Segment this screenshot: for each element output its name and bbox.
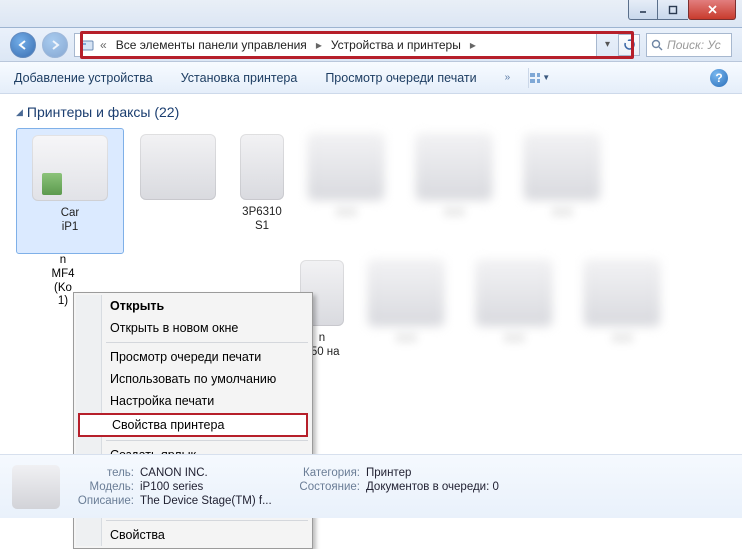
printer-icon	[368, 260, 444, 326]
printer-icon	[416, 134, 492, 200]
printer-item[interactable]	[124, 128, 232, 254]
toolbar-overflow-icon[interactable]: »	[505, 72, 511, 83]
ctx-print-preferences[interactable]: Настройка печати	[76, 390, 310, 412]
breadcrumb-sep-icon[interactable]: ▸	[314, 38, 324, 52]
printer-label: Car iP1	[61, 207, 80, 235]
search-icon	[651, 39, 663, 51]
printer-item-blurred[interactable]: xxxx	[460, 254, 568, 380]
help-button[interactable]: ?	[710, 69, 728, 87]
ctx-properties[interactable]: Свойства	[76, 524, 310, 546]
details-maker-value: CANON INC.	[140, 467, 290, 479]
printer-item-blurred[interactable]: xxxx	[352, 254, 460, 380]
printer-item-blurred[interactable]: xxxx	[568, 254, 676, 380]
details-status-value: Документов в очереди: 0	[366, 481, 516, 493]
arrow-right-icon	[49, 39, 61, 51]
printer-icon	[32, 135, 108, 201]
search-input[interactable]: Поиск: Ус	[646, 33, 732, 57]
breadcrumb-item-devices[interactable]: Устройства и принтеры	[327, 36, 465, 54]
details-model-key: Модель:	[74, 481, 140, 493]
breadcrumb-dropdown-icon[interactable]: ▾	[603, 39, 612, 50]
printer-item-blurred[interactable]: xxxx	[400, 128, 508, 254]
ctx-separator	[106, 440, 308, 441]
add-device-button[interactable]: Добавление устройства	[14, 71, 153, 85]
search-placeholder: Поиск: Ус	[667, 38, 721, 52]
printer-label: 3P6310 S1	[242, 206, 282, 234]
printer-icon	[524, 134, 600, 200]
breadcrumb-item-control-panel[interactable]: Все элементы панели управления	[112, 36, 311, 54]
section-title: Принтеры и факсы (22)	[27, 104, 179, 120]
ctx-set-default[interactable]: Использовать по умолчанию	[76, 368, 310, 390]
view-queue-button[interactable]: Просмотр очереди печати	[325, 71, 476, 85]
printer-item-blurred[interactable]: xxxx	[292, 128, 400, 254]
back-button[interactable]	[10, 32, 36, 58]
ctx-view-queue[interactable]: Просмотр очереди печати	[76, 346, 310, 368]
section-header[interactable]: ◢ Принтеры и факсы (22)	[16, 104, 726, 120]
forward-button[interactable]	[42, 32, 68, 58]
maximize-button[interactable]	[658, 0, 688, 20]
ctx-separator	[106, 342, 308, 343]
printer-icon	[308, 134, 384, 200]
control-panel-icon	[79, 37, 95, 53]
details-pane: тель: CANON INC. Категория: Принтер Моде…	[0, 454, 742, 518]
details-status-key: Состояние:	[290, 481, 366, 493]
view-options-button[interactable]: ▼	[528, 68, 550, 88]
title-bar	[0, 0, 742, 28]
printer-item[interactable]: 3P6310 S1	[232, 128, 292, 254]
add-printer-button[interactable]: Установка принтера	[181, 71, 298, 85]
device-grid: Car iP1 3P6310 S1 xxxx xxxx xxxx	[16, 128, 726, 254]
ctx-open-new-window[interactable]: Открыть в новом окне	[76, 317, 310, 339]
arrow-left-icon	[17, 39, 29, 51]
breadcrumb[interactable]: « Все элементы панели управления ▸ Устро…	[74, 33, 597, 57]
details-maker-key: тель:	[74, 467, 140, 479]
details-device-icon	[12, 465, 60, 509]
minimize-button[interactable]	[628, 0, 658, 20]
printer-icon	[476, 260, 552, 326]
window-buttons	[628, 0, 736, 20]
content-area: ◢ Принтеры и факсы (22) Car iP1 3P6310 S…	[0, 94, 742, 518]
details-category-key: Категория:	[290, 467, 366, 479]
ctx-separator	[106, 520, 308, 521]
refresh-icon	[623, 38, 636, 51]
details-desc-key: Описание:	[74, 495, 140, 507]
details-desc-value: The Device Stage(TM) f...	[140, 495, 290, 507]
breadcrumb-sep-icon[interactable]: ▸	[468, 38, 478, 52]
details-category-value: Принтер	[366, 467, 516, 479]
command-bar: Добавление устройства Установка принтера…	[0, 62, 742, 94]
close-button[interactable]	[688, 0, 736, 20]
printer-item-blurred[interactable]: xxxx	[508, 128, 616, 254]
refresh-button[interactable]	[618, 34, 640, 56]
ctx-open[interactable]: Открыть	[76, 295, 310, 317]
printer-icon	[140, 134, 216, 200]
details-model-value: iP100 series	[140, 481, 290, 493]
printer-icon	[240, 134, 284, 200]
ctx-printer-properties[interactable]: Свойства принтера	[78, 413, 308, 437]
printer-icon	[584, 260, 660, 326]
printer-item-selected[interactable]: Car iP1	[16, 128, 124, 254]
collapse-icon: ◢	[16, 107, 23, 118]
navigation-bar: « Все элементы панели управления ▸ Устро…	[0, 28, 742, 62]
breadcrumb-chevrons[interactable]: «	[98, 38, 109, 52]
